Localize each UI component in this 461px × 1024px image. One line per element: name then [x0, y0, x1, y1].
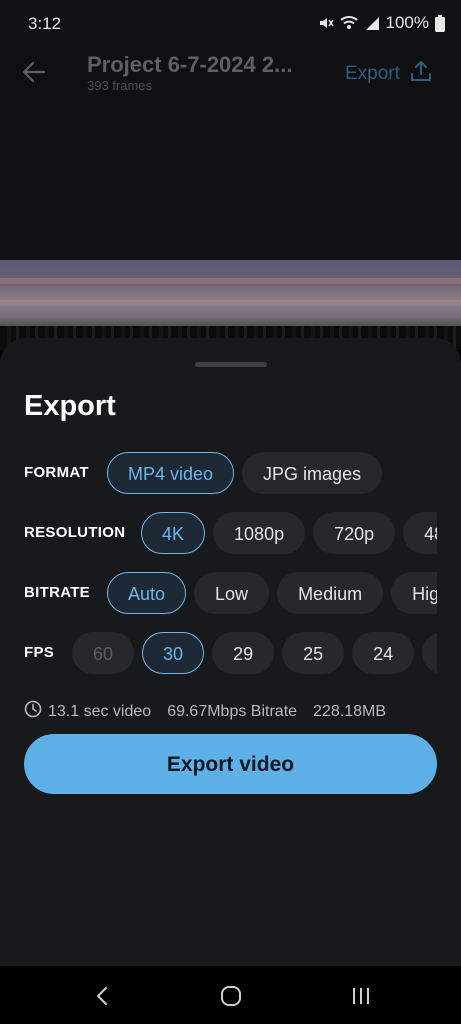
export-top-label: Export	[345, 63, 400, 84]
app-bar: Project 6-7-2024 2... 393 frames Export	[0, 48, 461, 260]
fps-option-15[interactable]: 15	[422, 632, 437, 674]
status-bar: 3:12 100%	[0, 0, 461, 48]
fps-option-24[interactable]: 24	[352, 632, 415, 674]
fps-row: FPS 60 30 29 25 24 15	[24, 630, 437, 676]
fps-option-29[interactable]: 29	[212, 632, 275, 674]
status-icons: 100%	[318, 13, 445, 33]
fps-option-30[interactable]: 30	[142, 632, 205, 674]
nav-recents-icon[interactable]	[349, 984, 373, 1008]
upload-icon	[410, 60, 432, 88]
format-label: FORMAT	[24, 464, 89, 481]
fps-options: 60 30 29 25 24 15	[72, 632, 437, 674]
clock-icon	[24, 700, 42, 723]
info-bitrate: 69.67Mbps Bitrate	[167, 702, 298, 720]
export-sheet: Export FORMAT MP4 video JPG images RESOL…	[0, 338, 461, 966]
resolution-options: 4K 1080p 720p 480p	[141, 512, 437, 554]
sheet-drag-handle[interactable]	[195, 362, 267, 367]
status-time: 3:12	[28, 14, 62, 33]
frame-count: 393 frames	[87, 78, 153, 93]
bitrate-label: BITRATE	[24, 584, 90, 601]
resolution-option-480p[interactable]: 480p	[403, 512, 437, 554]
signal-icon	[364, 15, 380, 31]
battery-icon	[435, 14, 445, 32]
project-title: Project 6-7-2024 2...	[87, 52, 293, 77]
bitrate-option-high[interactable]: High	[391, 572, 437, 614]
bitrate-option-low[interactable]: Low	[194, 572, 270, 614]
bitrate-option-medium[interactable]: Medium	[277, 572, 384, 614]
resolution-option-720p[interactable]: 720p	[313, 512, 396, 554]
back-arrow-icon[interactable]	[20, 58, 48, 86]
video-preview	[0, 260, 461, 350]
wifi-icon	[339, 15, 358, 31]
battery-level: 100%	[385, 13, 429, 32]
mute-icon	[318, 15, 334, 31]
fps-option-60: 60	[72, 632, 135, 674]
system-nav-bar	[0, 966, 461, 1024]
sheet-title: Export	[24, 390, 116, 422]
info-size: 228.18MB	[313, 702, 386, 720]
bitrate-options: Auto Low Medium High	[107, 572, 437, 614]
resolution-label: RESOLUTION	[24, 524, 126, 541]
format-option-mp4[interactable]: MP4 video	[107, 452, 235, 494]
format-row: FORMAT MP4 video JPG images	[24, 450, 437, 496]
fps-label: FPS	[24, 644, 55, 661]
format-options: MP4 video JPG images	[107, 452, 383, 494]
fps-option-25[interactable]: 25	[282, 632, 345, 674]
resolution-option-1080p[interactable]: 1080p	[213, 512, 306, 554]
nav-home-icon[interactable]	[219, 984, 243, 1008]
nav-back-icon[interactable]	[91, 984, 115, 1008]
format-option-jpg[interactable]: JPG images	[242, 452, 383, 494]
bitrate-row: BITRATE Auto Low Medium High	[24, 570, 437, 616]
export-info: 13.1 sec video 69.67Mbps Bitrate 228.18M…	[24, 700, 386, 723]
export-video-button[interactable]: Export video	[24, 734, 437, 794]
info-duration: 13.1 sec video	[48, 702, 152, 720]
bitrate-option-auto[interactable]: Auto	[107, 572, 187, 614]
resolution-option-4k[interactable]: 4K	[141, 512, 206, 554]
export-top-button[interactable]: Export	[345, 60, 432, 88]
resolution-row: RESOLUTION 4K 1080p 720p 480p	[24, 510, 437, 556]
